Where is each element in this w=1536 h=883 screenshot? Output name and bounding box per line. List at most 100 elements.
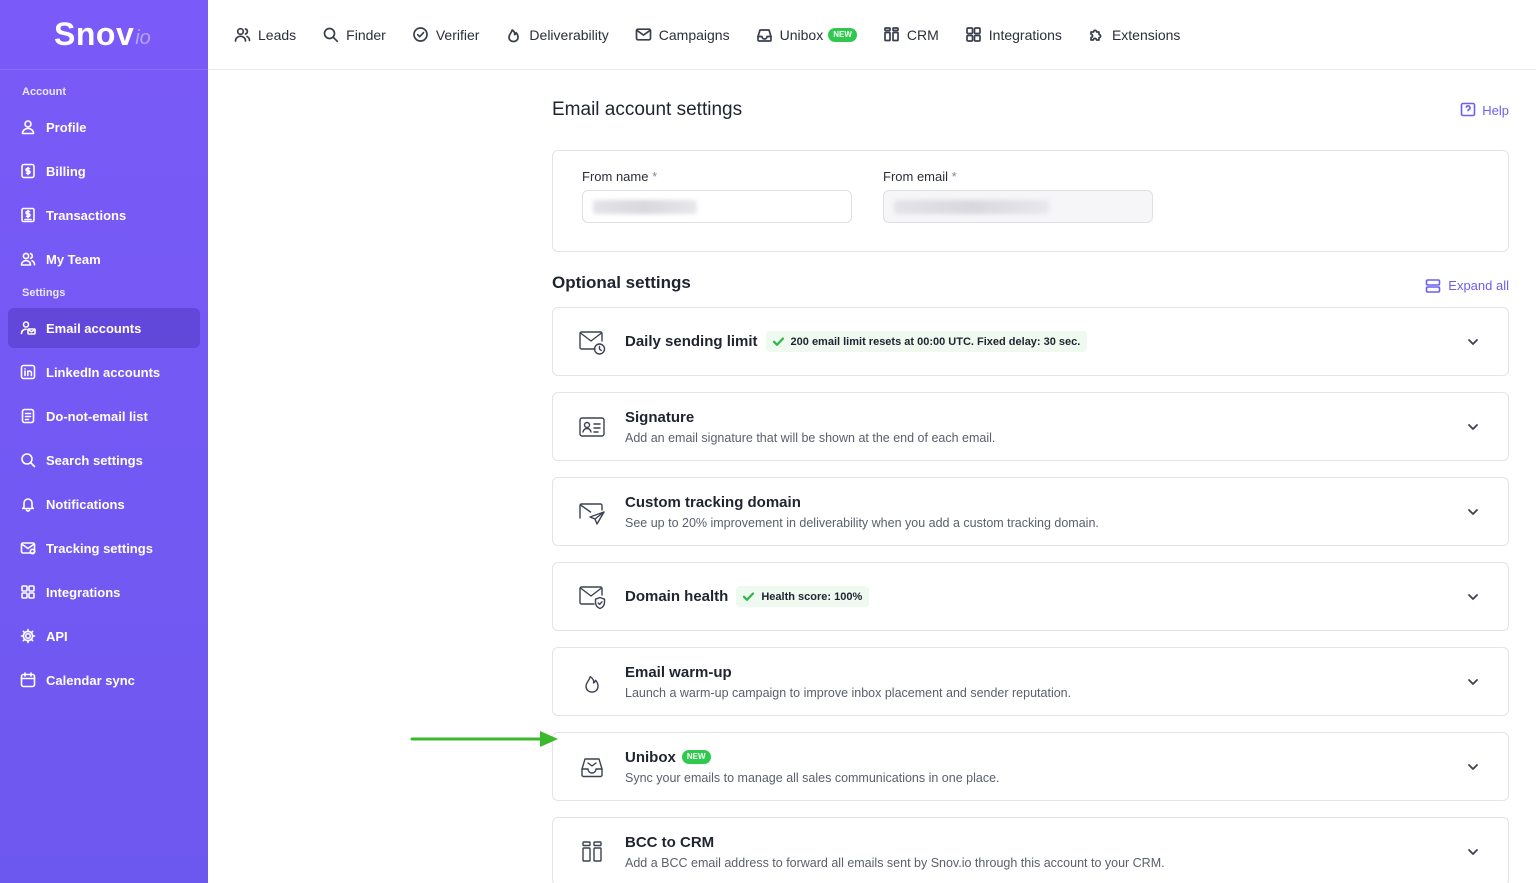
accordion-title-row: Daily sending limit 200 email limit rese… [625, 331, 1088, 352]
calendar-icon [20, 672, 36, 688]
sidebar-item-calendar-sync[interactable]: Calendar sync [8, 660, 200, 700]
expand-all-icon [1425, 278, 1441, 293]
page-header: Email account settings Help [552, 70, 1509, 150]
nav-verifier[interactable]: Verifier [412, 26, 479, 43]
accordion-text: Unibox NEW Sync your emails to manage al… [625, 749, 1000, 785]
sidebar: Snov io Account Profile Billing Transact… [0, 0, 208, 883]
accordion-signature[interactable]: Signature Add an email signature that wi… [552, 392, 1509, 461]
annotation-arrow [410, 731, 558, 747]
accordion-unibox[interactable]: Unibox NEW Sync your emails to manage al… [552, 732, 1509, 801]
accordion-daily-sending-limit[interactable]: Daily sending limit 200 email limit rese… [552, 307, 1509, 376]
accordion-text: Custom tracking domain See up to 20% imp… [625, 494, 1099, 530]
chevron-down-icon[interactable] [1466, 420, 1480, 434]
sidebar-item-label: Profile [46, 119, 87, 135]
chevron-down-icon[interactable] [1466, 845, 1480, 859]
signature-card-icon [576, 411, 608, 443]
accordion-title: Custom tracking domain [625, 493, 801, 511]
sidebar-item-do-not-email-list[interactable]: Do-not-email list [8, 396, 200, 436]
team-icon [20, 251, 36, 267]
help-link[interactable]: Help [1460, 102, 1509, 118]
nav-extensions[interactable]: Extensions [1088, 26, 1180, 43]
chevron-down-icon[interactable] [1466, 590, 1480, 604]
status-text: 200 email limit resets at 00:00 UTC. Fix… [790, 335, 1081, 348]
accordion-custom-tracking-domain[interactable]: Custom tracking domain See up to 20% imp… [552, 477, 1509, 546]
main-content: Email account settings Help From name * … [552, 70, 1509, 883]
accordion-text: BCC to CRM Add a BCC email address to fo… [625, 834, 1165, 870]
logo[interactable]: Snov io [0, 0, 208, 70]
sidebar-item-integrations[interactable]: Integrations [8, 572, 200, 612]
nav-deliverability[interactable]: Deliverability [505, 26, 609, 43]
accordion-title: Email warm-up [625, 663, 732, 681]
accordion-title: Domain health [625, 588, 729, 605]
sender-settings-card: From name * From email * [552, 150, 1509, 252]
required-mark: * [951, 169, 957, 184]
sidebar-item-transactions[interactable]: Transactions [8, 195, 200, 235]
page-title: Email account settings [552, 99, 743, 120]
inbox-icon [756, 26, 773, 43]
search-icon [322, 26, 339, 43]
accordion-title: Daily sending limit [625, 333, 758, 350]
sidebar-item-my-team[interactable]: My Team [8, 239, 200, 279]
sidebar-item-label: API [46, 628, 68, 644]
from-name-label: From name * [582, 169, 852, 184]
accordion-domain-health[interactable]: Domain health Health score: 100% [552, 562, 1509, 631]
accordion-email-warm-up[interactable]: Email warm-up Launch a warm-up campaign … [552, 647, 1509, 716]
logo-suffix: io [135, 27, 151, 49]
required-mark: * [652, 169, 658, 184]
sidebar-item-email-accounts[interactable]: Email accounts [8, 308, 200, 348]
sidebar-item-profile[interactable]: Profile [8, 107, 200, 147]
expand-all-button[interactable]: Expand all [1425, 266, 1509, 294]
sidebar-item-search-settings[interactable]: Search settings [8, 440, 200, 480]
accordion-title-row: Unibox NEW [625, 749, 1000, 766]
from-name-label-text: From name [582, 169, 649, 184]
check-circle-icon [412, 26, 429, 43]
grid-icon [965, 26, 982, 43]
gear-icon [20, 628, 36, 644]
mail-icon [635, 26, 652, 43]
nav-finder[interactable]: Finder [322, 26, 386, 43]
section-label-settings: Settings [22, 287, 66, 299]
sidebar-item-label: Do-not-email list [46, 408, 148, 424]
billing-icon [20, 163, 36, 179]
from-name-input[interactable] [582, 190, 852, 223]
expand-all-label: Expand all [1448, 278, 1509, 293]
send-tracking-icon [576, 496, 608, 528]
accordion-text: Email warm-up Launch a warm-up campaign … [625, 664, 1071, 700]
chevron-down-icon[interactable] [1466, 335, 1480, 349]
chevron-down-icon[interactable] [1466, 760, 1480, 774]
new-badge: NEW [681, 750, 711, 764]
user-icon [20, 119, 36, 135]
sidebar-item-api[interactable]: API [8, 616, 200, 656]
mail-clock-icon [576, 326, 608, 358]
sidebar-item-billing[interactable]: Billing [8, 151, 200, 191]
accordion-title-row: BCC to CRM [625, 834, 1165, 851]
nav-integrations[interactable]: Integrations [965, 26, 1062, 43]
sidebar-item-label: Email accounts [46, 320, 142, 336]
sidebar-item-label: My Team [46, 251, 101, 267]
nav-label: Integrations [988, 26, 1062, 43]
accordion-title-row: Custom tracking domain [625, 494, 1099, 511]
nav-leads[interactable]: Leads [234, 26, 296, 43]
transactions-icon [20, 207, 36, 223]
help-icon [1460, 102, 1476, 117]
sidebar-item-notifications[interactable]: Notifications [8, 484, 200, 524]
chevron-down-icon[interactable] [1466, 505, 1480, 519]
nav-label: CRM [906, 26, 939, 43]
bell-icon [20, 496, 36, 512]
search-icon [20, 452, 36, 468]
sidebar-item-linkedin-accounts[interactable]: LinkedIn accounts [8, 352, 200, 392]
mail-shield-icon [576, 581, 608, 613]
nav-campaigns[interactable]: Campaigns [635, 26, 730, 43]
accordion-title-row: Signature [625, 409, 995, 426]
optional-settings-header: Optional settings Expand all [552, 252, 1509, 307]
sidebar-item-tracking-settings[interactable]: Tracking settings [8, 528, 200, 568]
chevron-down-icon[interactable] [1466, 675, 1480, 689]
nav-unibox[interactable]: Unibox NEW [756, 26, 857, 43]
redacted-value [593, 200, 697, 214]
accordion-bcc-to-crm[interactable]: BCC to CRM Add a BCC email address to fo… [552, 817, 1509, 883]
sidebar-item-label: LinkedIn accounts [46, 364, 161, 380]
from-email-input[interactable] [883, 190, 1153, 223]
nav-crm[interactable]: CRM [883, 26, 939, 43]
status-badge: 200 email limit resets at 00:00 UTC. Fix… [765, 331, 1088, 352]
from-email-label-text: From email [883, 169, 949, 184]
